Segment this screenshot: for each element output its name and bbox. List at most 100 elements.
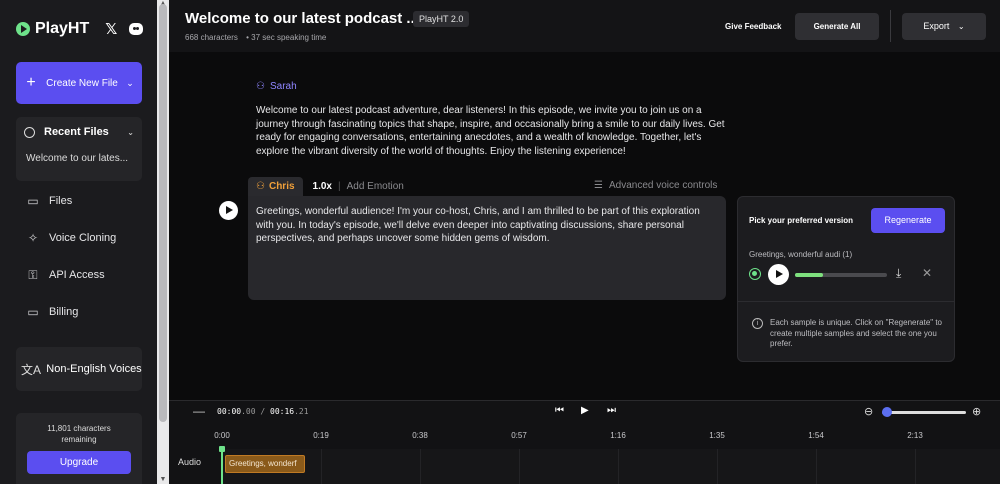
speaker-name: Chris (268, 181, 295, 192)
sidebar-item-files[interactable]: ▭ Files (16, 191, 142, 211)
sidebar-item-api-access[interactable]: ⚿ API Access (16, 265, 142, 285)
ruler-tick-label: 0:38 (412, 431, 428, 440)
time-ruler[interactable]: 0:00 0:19 0:38 0:57 1:16 1:35 1:54 2:13 (169, 431, 1000, 445)
track-grid-line (618, 449, 619, 484)
track-grid-line (420, 449, 421, 484)
sidebar-scrollbar[interactable]: ▲ ▼ (157, 0, 169, 484)
x-icon[interactable]: 𝕏 (105, 20, 117, 38)
audio-track-label: Audio (178, 457, 202, 467)
sidebar-item-voice-cloning[interactable]: ✧ Voice Cloning (16, 228, 142, 248)
ruler-tick-label: 0:00 (214, 431, 230, 440)
regenerate-button[interactable]: Regenerate (871, 208, 945, 233)
translate-icon: 文A (20, 362, 41, 377)
speed-selector[interactable]: 1.0x (313, 181, 332, 192)
ruler-tick-label: 2:13 (907, 431, 923, 440)
chevron-down-icon: ⌄ (957, 22, 965, 31)
top-bar: Welcome to our latest podcast ... PlayHT… (169, 0, 1000, 52)
speaking-time: • 37 sec speaking time (246, 33, 327, 42)
model-badge: PlayHT 2.0 (413, 11, 470, 27)
sparkle-icon: ✧ (27, 231, 39, 245)
ruler-tick-label: 1:35 (709, 431, 725, 440)
give-feedback-button[interactable]: Give Feedback (725, 22, 781, 31)
chevron-down-icon[interactable]: ⌄ (118, 78, 142, 89)
sample-label: Greetings, wonderful audi (1) (749, 250, 853, 259)
zoom-in-icon[interactable]: ⊕ (972, 405, 981, 418)
voice-icon: ⚇ (256, 81, 265, 92)
file-meta: 668 characters • 37 sec speaking time (185, 33, 332, 42)
logo-row: PlayHT 𝕏 (14, 0, 143, 58)
credits-panel: 11,801 characters remaining Upgrade (16, 413, 142, 484)
current-time-ms: .00 (241, 407, 256, 416)
info-text: Each sample is unique. Click on "Regener… (770, 318, 942, 348)
create-new-file-button[interactable]: + Create New File ⌄ (16, 62, 142, 104)
paragraph-sarah[interactable]: Welcome to our latest podcast adventure,… (256, 104, 726, 158)
sample-radio[interactable] (749, 268, 761, 280)
sample-play-button[interactable] (768, 264, 789, 285)
recent-files-header[interactable]: Recent Files ⌄ (16, 117, 142, 147)
recent-files-title: Recent Files (44, 126, 109, 138)
time-separator: / (255, 407, 270, 416)
sidebar-item-label: API Access (49, 269, 105, 281)
audio-track-area[interactable] (221, 449, 1000, 484)
scroll-down-icon[interactable]: ▼ (159, 476, 167, 484)
play-icon[interactable]: ▶ (581, 405, 589, 416)
folder-icon: ▭ (27, 194, 39, 208)
sample-progress-track[interactable] (795, 273, 887, 277)
download-icon[interactable]: ⤓ (896, 266, 901, 281)
close-icon[interactable]: ✕ (922, 266, 932, 280)
track-grid-line (717, 449, 718, 484)
speaker-chris-tab[interactable]: ⚇ Chris (248, 177, 303, 196)
generate-all-button[interactable]: Generate All (795, 13, 879, 40)
total-time-ms: .21 (294, 407, 309, 416)
credits-remaining: 11,801 characters remaining (47, 424, 111, 444)
sidebar-item-label: Voice Cloning (49, 232, 117, 244)
skip-forward-icon[interactable]: ⏭ (607, 405, 616, 416)
sidebar-item-label: Billing (49, 306, 79, 318)
voice-icon: ⚇ (256, 181, 265, 192)
discord-icon[interactable] (129, 23, 143, 35)
track-grid-line (321, 449, 322, 484)
page-title[interactable]: Welcome to our latest podcast ... (185, 10, 419, 27)
character-count: 668 characters (185, 33, 238, 42)
zoom-slider-handle[interactable] (882, 407, 893, 417)
chevron-down-icon: ⌄ (127, 127, 134, 137)
upgrade-button[interactable]: Upgrade (27, 451, 131, 474)
collapse-timeline-icon[interactable]: — (193, 404, 205, 418)
speaker-sarah[interactable]: ⚇ Sarah (256, 81, 297, 92)
play-block-button[interactable] (219, 201, 238, 220)
logo[interactable]: PlayHT (16, 20, 89, 38)
total-time: 00:16 (270, 407, 295, 416)
panel-heading: Pick your preferred version (749, 216, 854, 225)
zoom-slider[interactable] (882, 411, 966, 414)
export-button[interactable]: Export ⌄ (902, 13, 986, 40)
skip-back-icon[interactable]: ⏮ (555, 405, 564, 416)
sample-progress-fill (795, 273, 823, 277)
toolbar-separator: | (338, 181, 341, 192)
brand-name: PlayHT (35, 20, 90, 37)
sidebar-item-billing[interactable]: ▭ Billing (16, 302, 142, 322)
export-label: Export (923, 21, 950, 31)
recent-file-item[interactable]: Welcome to our lates... (16, 147, 142, 164)
track-grid-line (519, 449, 520, 484)
playht-logo-icon (16, 22, 30, 36)
recent-files-panel: Recent Files ⌄ Welcome to our lates... (16, 117, 142, 181)
header-divider (890, 10, 891, 42)
speaker-name: Sarah (269, 81, 297, 92)
sliders-icon: ☰ (594, 180, 603, 191)
advanced-voice-controls-label: Advanced voice controls (608, 180, 718, 191)
play-icon (226, 206, 233, 214)
scrollbar-thumb[interactable] (159, 4, 167, 422)
block-toolbar: ⚇ Chris 1.0x | Add Emotion (248, 177, 404, 196)
advanced-voice-controls-button[interactable]: ☰ Advanced voice controls (594, 180, 717, 191)
app-window: PlayHT 𝕏 + Create New File ⌄ Recent File… (0, 0, 1000, 484)
playhead[interactable] (219, 446, 225, 484)
play-icon (776, 270, 783, 278)
track-grid-line (915, 449, 916, 484)
paragraph-chris[interactable]: Greetings, wonderful audience! I'm your … (248, 196, 726, 300)
zoom-out-icon[interactable]: ⊖ (864, 405, 873, 418)
sidebar-item-label: Files (49, 195, 73, 207)
track-grid-line (816, 449, 817, 484)
add-emotion-button[interactable]: Add Emotion (347, 181, 404, 192)
audio-clip[interactable]: Greetings, wonderf (225, 455, 305, 473)
non-english-voices-button[interactable]: 文A Non-English Voices (16, 347, 142, 391)
